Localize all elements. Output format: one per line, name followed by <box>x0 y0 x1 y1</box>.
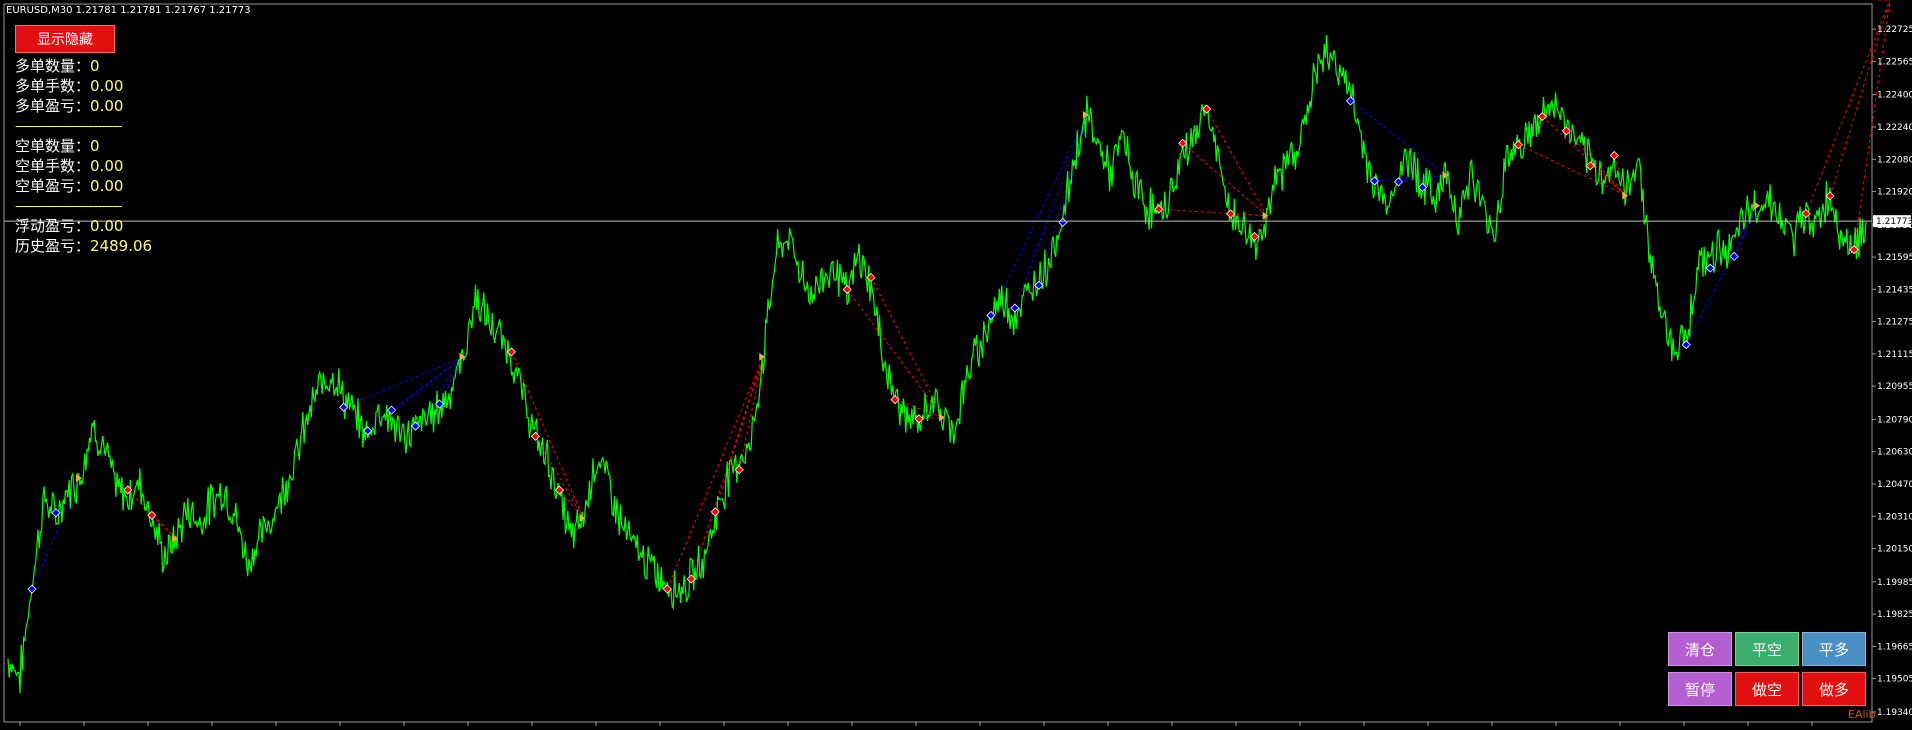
price-axis-label: 1.21275 <box>1877 318 1912 328</box>
close-long-button[interactable]: 平多 <box>1802 632 1866 666</box>
stats-panel: 多单数量：0 多单手数：0.00 多单盈亏：0.00 -------------… <box>15 56 152 256</box>
price-axis-label: 1.21435 <box>1877 285 1912 295</box>
price-axis-label: 1.21115 <box>1877 350 1912 360</box>
price-axis-label: 1.19985 <box>1877 578 1912 588</box>
price-axis-label: 1.21920 <box>1877 188 1912 198</box>
floating-pnl-row: 浮动盈亏：0.00 <box>15 217 124 235</box>
price-axis-label: 1.19825 <box>1877 610 1912 620</box>
chart-area[interactable]: 1.22725 1.22565 1.22400 1.22240 1.22080 1.219… <box>0 0 1912 730</box>
price-axis-label: 1.20630 <box>1877 448 1912 458</box>
trade-markers <box>27 97 1859 594</box>
clear-positions-button[interactable]: 清仓 <box>1668 632 1732 666</box>
price-axis-label: 1.22080 <box>1877 155 1912 165</box>
short-trade-line <box>1182 142 1267 217</box>
price-axis-label: 1.20150 <box>1877 545 1912 555</box>
price-axis-label: 1.20955 <box>1877 382 1912 392</box>
chart-frame <box>3 3 1873 723</box>
price-axis-label: 1.22725 <box>1877 25 1912 35</box>
price-axis-label: 1.20790 <box>1877 415 1912 425</box>
pause-button[interactable]: 暂停 <box>1668 672 1732 706</box>
close-short-button[interactable]: 平空 <box>1735 632 1799 666</box>
short-lots-row: 空单手数：0.00 <box>15 157 124 175</box>
price-axis-label: 1.21595 <box>1877 253 1912 263</box>
long-pnl-row: 多单盈亏：0.00 <box>15 97 124 115</box>
short-trade-line <box>738 356 764 470</box>
long-trade-line <box>1014 114 1088 309</box>
long-entry-marker <box>1729 251 1739 261</box>
time-axis <box>19 722 1813 726</box>
short-entry-marker <box>1609 150 1619 161</box>
short-pnl-row: 空单盈亏：0.00 <box>15 177 124 195</box>
long-count-row: 多单数量：0 <box>15 57 100 75</box>
short-pnl-value: 0.00 <box>90 177 124 195</box>
trade-panel: 清仓 平空 平多 暂停 做空 做多 <box>1668 632 1900 712</box>
short-entry-marker <box>530 431 540 441</box>
long-trade-line <box>391 356 464 411</box>
long-trade-line <box>1062 114 1088 223</box>
price-axis-label: 1.22240 <box>1877 123 1912 133</box>
short-entry-marker <box>662 584 672 594</box>
exit-marker <box>1754 201 1761 210</box>
price-axis: 1.22725 1.22565 1.22400 1.22240 1.22080 1.219… <box>1872 25 1912 718</box>
price-series <box>7 35 1867 694</box>
price-axis-label: 1.22565 <box>1877 57 1912 67</box>
long-pnl-value: 0.00 <box>90 97 124 115</box>
short-trade-line <box>1206 108 1268 216</box>
long-lots-value: 0.00 <box>90 77 124 95</box>
symbol-info: EURUSD,M30 1.21781 1.21781 1.21767 1.217… <box>6 5 251 16</box>
short-entry-marker <box>842 284 852 295</box>
price-line <box>7 35 1867 694</box>
show-hide-button[interactable]: 显示隐藏 <box>15 25 115 53</box>
price-chart[interactable]: 1.22725 1.22565 1.22400 1.22240 1.22080 1.219… <box>0 0 1912 730</box>
short-lots-value: 0.00 <box>90 157 124 175</box>
long-entry-marker <box>1058 217 1068 227</box>
short-count-value: 0 <box>90 137 100 155</box>
history-pnl-row: 历史盈亏：2489.06 <box>15 237 153 255</box>
price-axis-label: 1.20310 <box>1877 512 1912 522</box>
long-count-value: 0 <box>90 57 100 75</box>
short-trade-line <box>666 356 764 590</box>
long-trade-line <box>31 477 81 590</box>
price-axis-label: 1.20470 <box>1877 480 1912 490</box>
long-lots-row: 多单手数：0.00 <box>15 77 124 95</box>
separator: -------------------------------- <box>15 119 123 133</box>
short-trade-line <box>714 356 764 513</box>
long-entry-marker <box>27 584 37 594</box>
floating-pnl-value: 0.00 <box>90 217 124 235</box>
history-pnl-value: 2489.06 <box>90 237 153 255</box>
buy-button[interactable]: 做多 <box>1802 672 1866 706</box>
separator: -------------------------------- <box>15 199 123 213</box>
short-trade-line <box>510 351 584 519</box>
sell-button[interactable]: 做空 <box>1735 672 1799 706</box>
long-trade-line <box>1350 100 1447 176</box>
short-count-row: 空单数量：0 <box>15 137 100 155</box>
current-price-tag-text: 1.21773 <box>1876 217 1912 227</box>
trade-lines <box>31 0 1891 590</box>
watermark-logo: EAlib <box>1848 708 1876 721</box>
price-axis-label: 1.22400 <box>1877 91 1912 101</box>
